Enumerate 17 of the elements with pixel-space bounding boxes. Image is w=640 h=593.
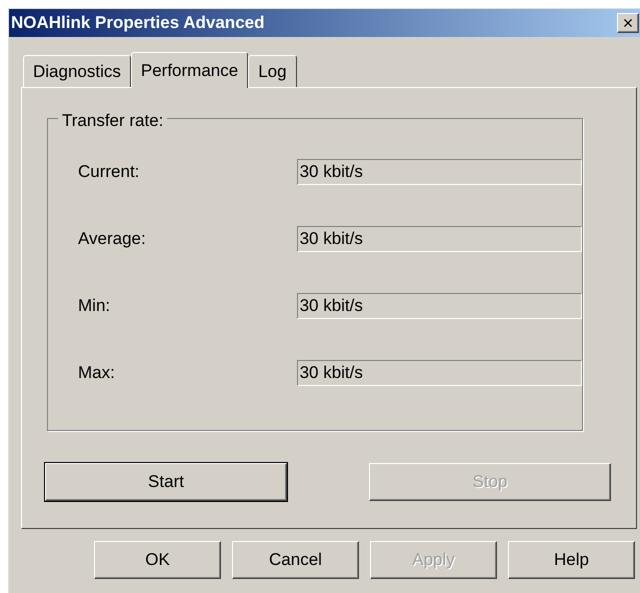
push-button[interactable]: Help (508, 541, 635, 579)
value-field[interactable]: 30 kbit/s (296, 360, 582, 386)
field-label: Max: (78, 362, 116, 384)
tab[interactable]: Log (248, 55, 297, 87)
value-field[interactable]: 30 kbit/s (296, 159, 582, 185)
field-label: Min: (78, 295, 112, 318)
push-button[interactable]: Cancel (232, 541, 359, 579)
tab[interactable]: Diagnostics (23, 55, 131, 87)
push-button[interactable]: OK (94, 541, 221, 579)
field-label: Average: (78, 228, 147, 250)
value-field[interactable]: 30 kbit/s (296, 226, 582, 252)
tab[interactable]: Performance (130, 52, 248, 88)
close-button[interactable]: × (617, 13, 639, 33)
value-field[interactable]: 30 kbit/s (296, 293, 582, 319)
default-button[interactable]: Start (45, 463, 287, 501)
window-title: NOAHlink Properties Advanced (11, 12, 264, 34)
field-label: Current: (78, 161, 140, 184)
